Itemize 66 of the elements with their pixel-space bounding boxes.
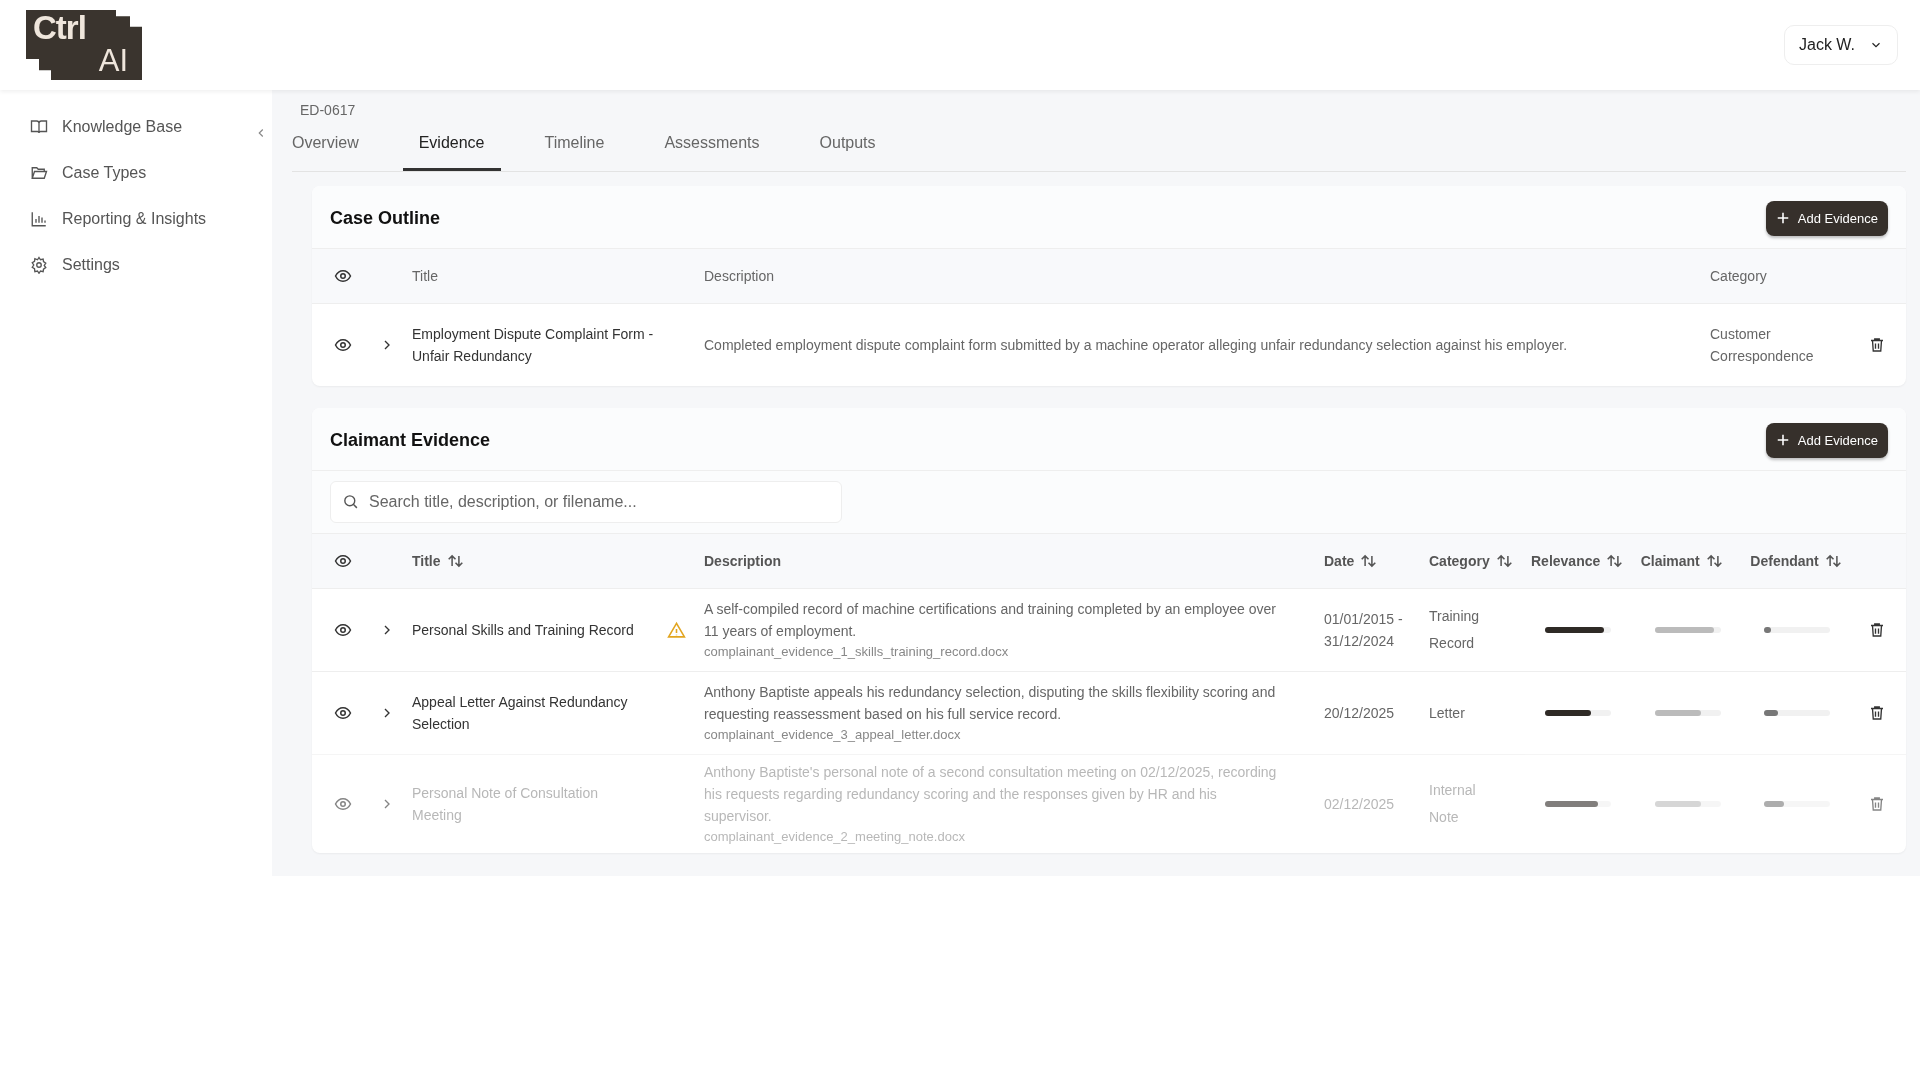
delete-icon[interactable] [1868,621,1886,639]
case-id: ED-0617 [299,101,357,118]
visibility-icon[interactable] [334,621,352,639]
visibility-icon[interactable] [334,552,352,570]
tab[interactable]: Overview [292,118,359,171]
user-menu[interactable]: Jack W. [1784,25,1898,65]
table-cell-text: 02/12/2025 [1324,795,1396,814]
search-field[interactable]: Search title, description, or filename... [330,481,842,523]
column-header: Category [1710,268,1768,284]
card-title: Claimant Evidence [330,429,491,451]
table-cell-text: Personal Skills and Training Record [412,621,635,640]
file-name: complainant_evidence_1_skills_training_record.docx [704,643,1009,661]
tab[interactable]: Timeline [528,118,621,171]
table-cell-text: Training Record [1429,607,1481,653]
table-cell-text: Employment Dispute Complaint Form - Unfair Redundancy [412,325,655,366]
add-evidence-button[interactable]: Add Evidence [1765,200,1888,236]
folder-icon [30,164,48,182]
plus-icon [1775,211,1790,225]
column-header[interactable]: Date [1324,553,1355,569]
column-header[interactable]: Claimant [1640,553,1700,569]
plus-icon [1775,433,1790,447]
visibility-icon[interactable] [334,336,352,354]
sidebar-item[interactable]: Case Types [0,150,272,196]
file-name: complainant_evidence_3_appeal_letter.docx [704,726,961,744]
table-cell-text: Completed employment dispute complaint form submitted by a machine operator alleging unfair redundancy selection against his employer. [704,336,1569,355]
delete-icon[interactable] [1868,336,1886,354]
bar-chart-icon [30,210,48,228]
column-header: Description [704,553,782,569]
logo[interactable]: Ctrl AI [26,10,142,80]
sidebar-item[interactable]: Settings [0,242,272,288]
sort-icon[interactable] [1705,554,1723,568]
table-cell-text: Internal Note [1429,781,1477,827]
card-title: Case Outline [330,207,441,229]
sort-icon[interactable] [1606,554,1624,568]
table-cell-text: Customer Correspondence [1710,325,1815,366]
sidebar-item[interactable]: Knowledge Base [0,104,272,150]
column-header[interactable]: Title [412,553,441,569]
column-header[interactable]: Defendant [1750,553,1819,569]
sidebar-item[interactable]: Reporting & Insights [0,196,272,242]
delete-icon[interactable] [1868,704,1886,722]
visibility-icon[interactable] [334,267,352,285]
table-cell-text: Letter [1429,703,1466,723]
tab[interactable]: Evidence [402,118,501,171]
table-cell-text: 01/01/2015 - 31/12/2024 [1324,610,1404,651]
file-name: complainant_evidence_2_meeting_note.docx [704,828,965,846]
tab[interactable]: Assessments [648,118,776,171]
column-header: Title [412,268,439,284]
sort-icon[interactable] [446,554,464,568]
column-header[interactable]: Category [1429,553,1490,569]
settings-icon [30,256,48,274]
tab[interactable]: Outputs [803,118,892,171]
column-header: Description [704,268,776,284]
add-evidence-button[interactable]: Add Evidence [1765,422,1888,458]
search-icon [342,493,359,510]
visibility-icon[interactable] [334,704,352,722]
table-cell-text: Appeal Letter Against Redundancy Selection [412,693,629,734]
sort-icon[interactable] [1824,554,1842,568]
table-cell-text: Anthony Baptiste appeals his redundancy selection, disputing the skills flexibility scoring and requesting reassessment based on his full service record. [704,683,1277,724]
sort-icon[interactable] [1360,554,1378,568]
sort-icon[interactable] [1495,554,1513,568]
table-cell-text: 20/12/2025 [1324,704,1396,723]
table-cell-text: Personal Note of Consultation Meeting [412,784,599,825]
table-cell-text: A self-compiled record of machine certifications and training completed by an employee over 11 years of employment. [704,600,1277,641]
book-icon [30,118,48,136]
column-header[interactable]: Relevance [1531,553,1601,569]
table-cell-text: Anthony Baptiste's personal note of a second consultation meeting on 02/12/2025, recording his requests regarding redundancy scoring and the responses given by HR and his supervisor. [704,763,1278,826]
